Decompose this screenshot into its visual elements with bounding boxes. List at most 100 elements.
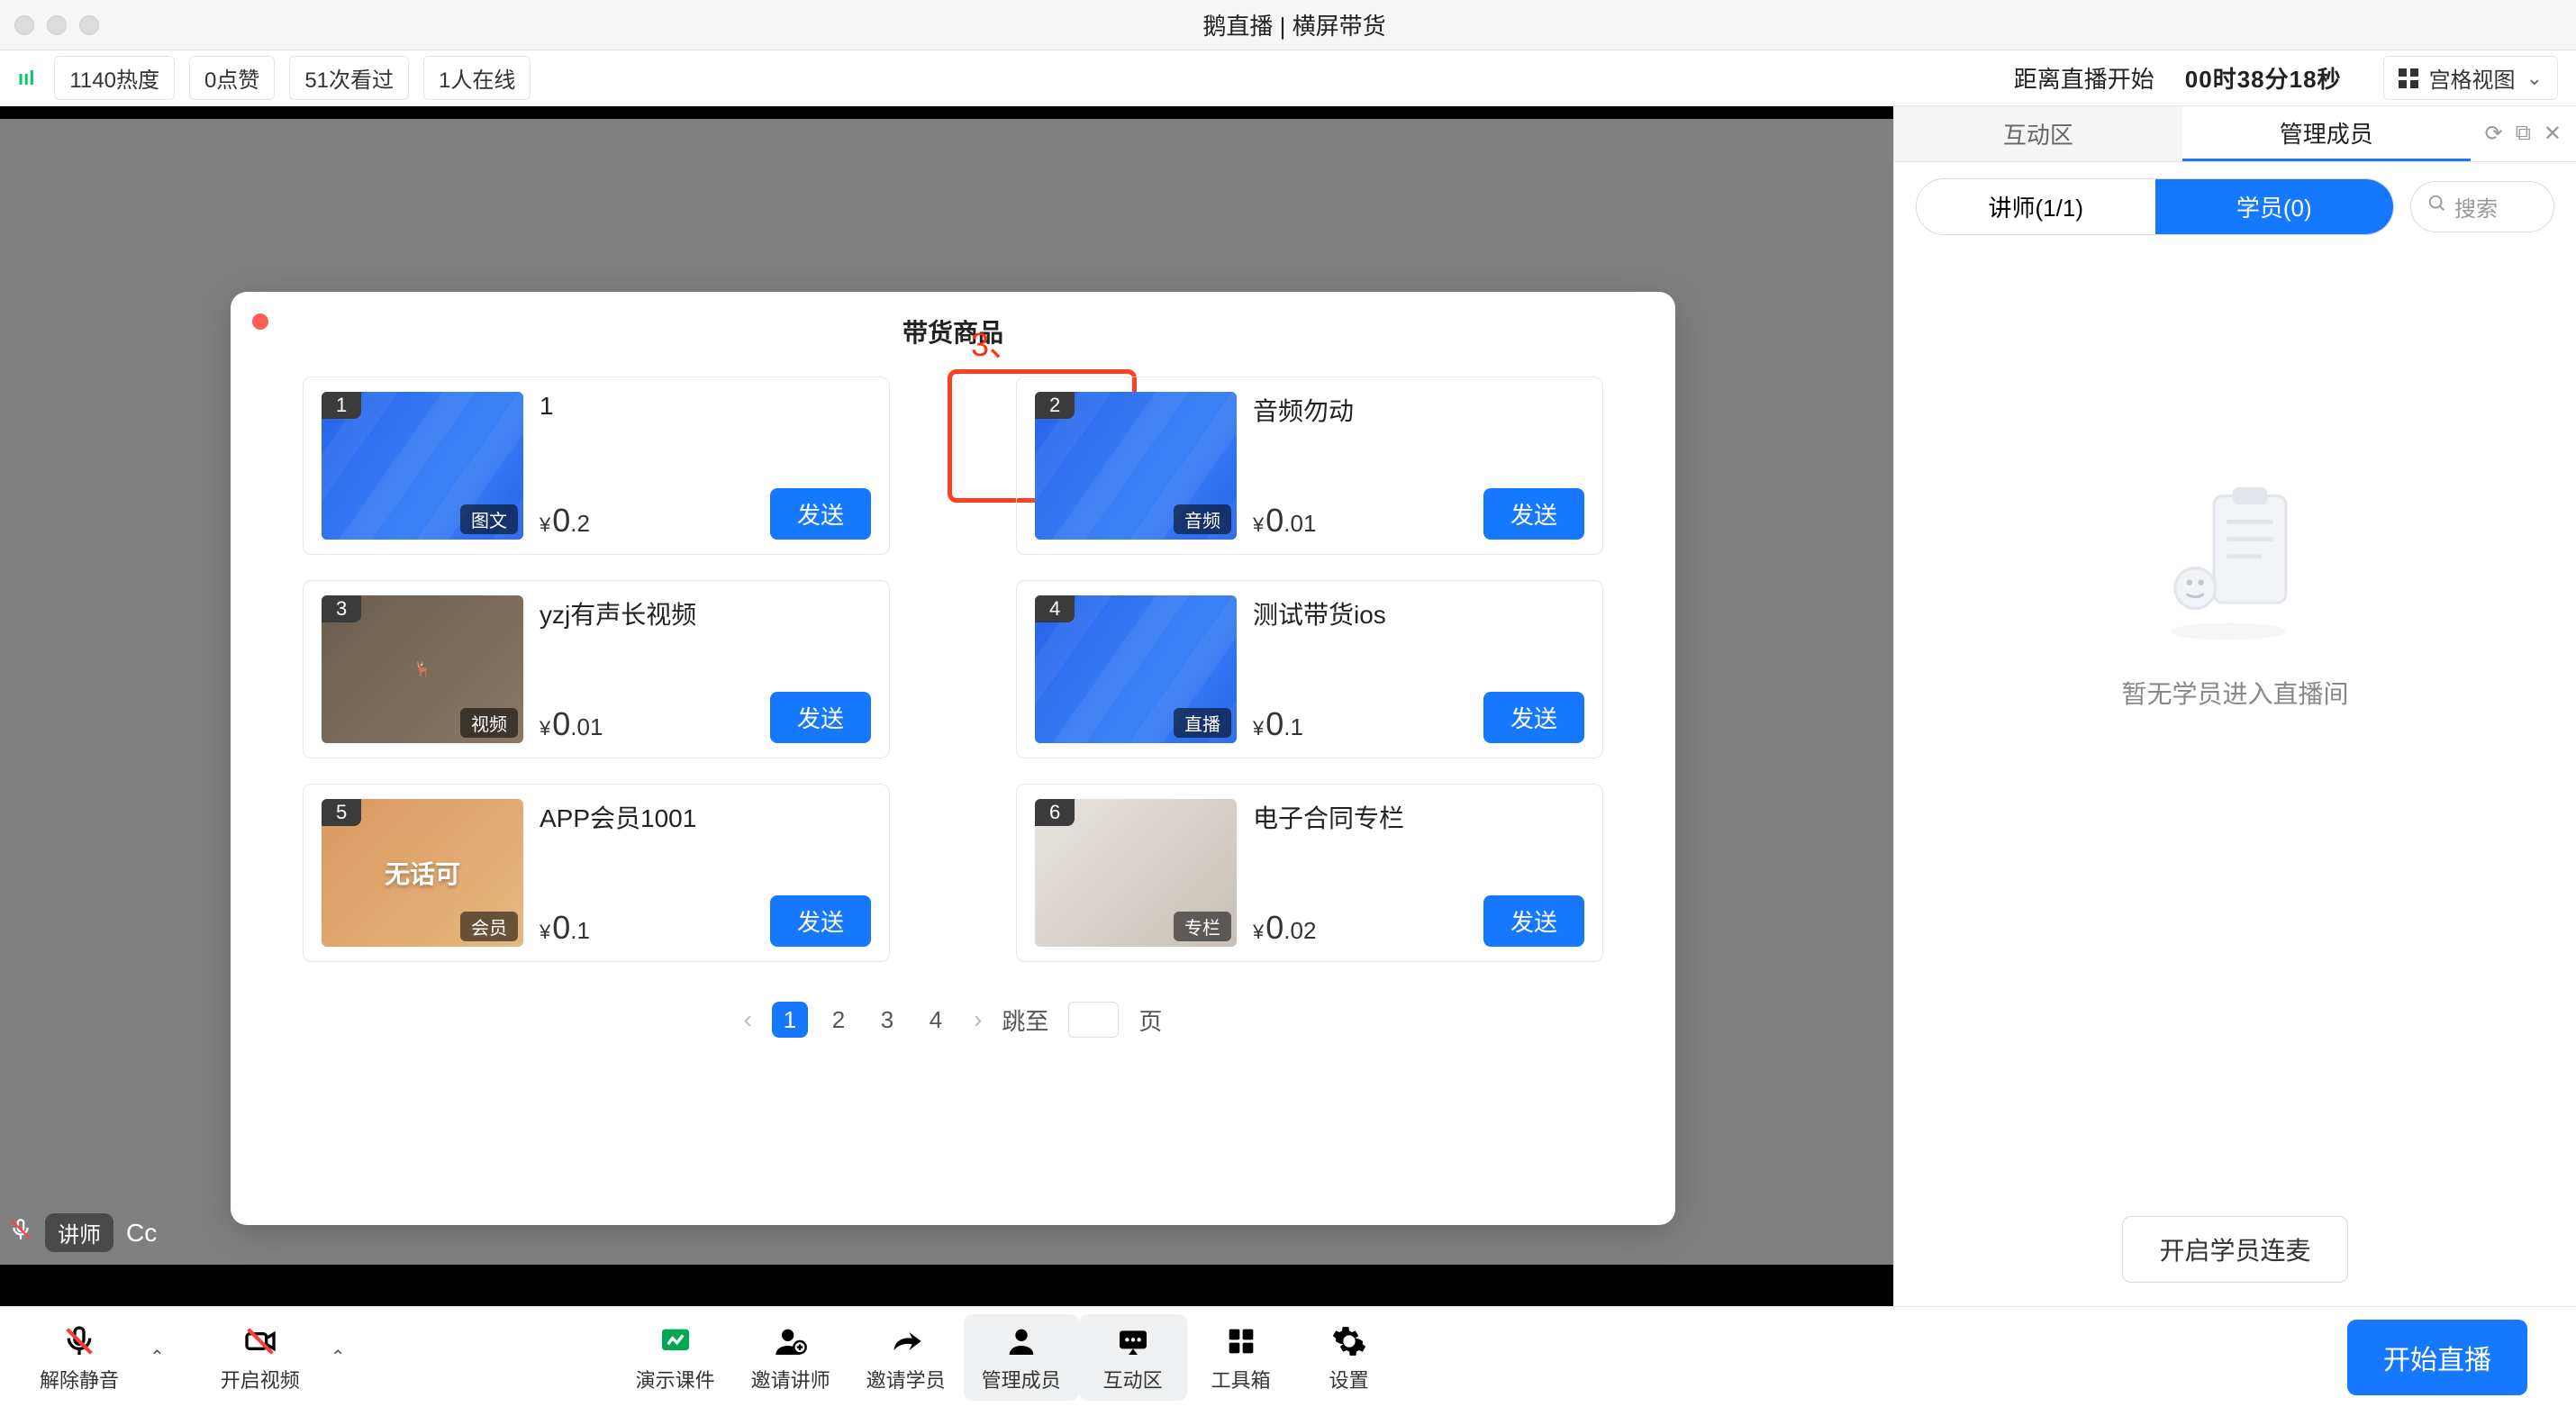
product-price: ¥0.01 bbox=[1253, 502, 1316, 540]
product-thumb: 1 图文 bbox=[322, 392, 523, 540]
view-mode-label: 宫格视图 bbox=[2429, 62, 2516, 94]
product-type-tag: 音频 bbox=[1174, 504, 1231, 534]
product-card: 无话可5会员APP会员1001¥0.1发送 bbox=[303, 784, 890, 962]
product-card: 🦌3视频yzj有声长视频¥0.01发送 bbox=[303, 580, 890, 758]
interact-button[interactable]: 互动区 bbox=[1079, 1314, 1187, 1401]
tab-manage-members[interactable]: 管理成员 bbox=[2182, 106, 2471, 161]
window-titlebar: 鹅直播 | 横屏带货 bbox=[0, 0, 2576, 50]
product-title: 音频勿动 bbox=[1253, 392, 1584, 428]
clipboard-empty-icon bbox=[2163, 486, 2308, 648]
jump-label-pre: 跳至 bbox=[1002, 1003, 1048, 1037]
page-number[interactable]: 4 bbox=[918, 1002, 954, 1038]
share-icon bbox=[888, 1321, 924, 1361]
courseware-button[interactable]: 演示课件 bbox=[618, 1314, 733, 1401]
traffic-lights bbox=[14, 15, 99, 35]
product-title: 测试带货ios bbox=[1253, 595, 1584, 631]
mic-off-icon bbox=[61, 1321, 97, 1361]
product-thumb: 2 音频 bbox=[1035, 392, 1237, 540]
stat-online: 1人在线 bbox=[423, 56, 531, 100]
minimize-dot[interactable] bbox=[47, 15, 67, 35]
annotation-step-3: 3、 bbox=[971, 319, 1021, 366]
member-empty-state: 暂无学员进入直播间 bbox=[1894, 251, 2576, 1193]
pagination: ‹ 1234 › 跳至 页 bbox=[267, 1002, 1639, 1038]
send-product-button[interactable]: 发送 bbox=[1483, 692, 1584, 743]
page-next[interactable]: › bbox=[974, 1005, 982, 1034]
modal-title: 带货商品 bbox=[267, 313, 1639, 349]
start-live-button[interactable]: 开始直播 bbox=[2347, 1320, 2527, 1395]
view-mode-switch[interactable]: 宫格视图 ⌄ bbox=[2383, 56, 2558, 100]
member-segment: 讲师(1/1) 学员(0) bbox=[1916, 178, 2394, 235]
unmute-button[interactable]: 解除静音 bbox=[22, 1314, 137, 1401]
page-number[interactable]: 1 bbox=[772, 1002, 808, 1038]
product-type-tag: 专栏 bbox=[1174, 912, 1231, 941]
grid-icon bbox=[2399, 68, 2418, 88]
video-caret[interactable]: ⌃ bbox=[325, 1340, 351, 1374]
courseware-icon bbox=[658, 1321, 694, 1361]
product-title: APP会员1001 bbox=[540, 799, 871, 835]
maximize-dot[interactable] bbox=[79, 15, 99, 35]
product-index: 5 bbox=[322, 799, 361, 826]
enable-student-mic-button[interactable]: 开启学员连麦 bbox=[2122, 1216, 2347, 1283]
close-dot[interactable] bbox=[14, 15, 34, 35]
invite-teacher-button[interactable]: 邀请讲师 bbox=[733, 1314, 848, 1401]
unmute-caret[interactable]: ⌃ bbox=[144, 1340, 170, 1374]
send-product-button[interactable]: 发送 bbox=[1483, 488, 1584, 540]
product-index: 1 bbox=[322, 392, 361, 419]
chevron-down-icon: ⌄ bbox=[2526, 67, 2543, 90]
signal-icon: ııl bbox=[18, 67, 40, 90]
product-price: ¥0.02 bbox=[1253, 909, 1316, 947]
settings-button[interactable]: 设置 bbox=[1295, 1314, 1403, 1401]
countdown-time: 00时38分18秒 bbox=[2185, 61, 2342, 95]
bottom-toolbar: 解除静音 ⌃ 开启视频 ⌃ 演示课件 邀请讲师 邀请学员 bbox=[0, 1306, 2576, 1407]
send-product-button[interactable]: 发送 bbox=[770, 692, 871, 743]
product-card: 1 图文1 ¥0.2 发送 bbox=[303, 377, 890, 555]
seg-student[interactable]: 学员(0) bbox=[2155, 179, 2394, 234]
member-search[interactable]: 搜索 bbox=[2410, 181, 2554, 232]
product-index: 2 bbox=[1035, 392, 1075, 419]
product-price: ¥0.2 bbox=[540, 502, 590, 540]
search-icon bbox=[2427, 194, 2447, 220]
jump-page-input[interactable] bbox=[1068, 1002, 1119, 1038]
invite-student-button[interactable]: 邀请学员 bbox=[848, 1314, 964, 1401]
product-index: 6 bbox=[1035, 799, 1075, 826]
apps-icon bbox=[1223, 1321, 1259, 1361]
modal-close-dot[interactable] bbox=[252, 313, 268, 330]
empty-text: 暂无学员进入直播间 bbox=[2121, 675, 2348, 711]
stat-watched: 51次看过 bbox=[289, 56, 409, 100]
chat-icon bbox=[1115, 1321, 1151, 1361]
popout-icon[interactable]: ⧉ bbox=[2516, 121, 2531, 147]
seg-teacher[interactable]: 讲师(1/1) bbox=[1917, 179, 2155, 234]
send-product-button[interactable]: 发送 bbox=[770, 895, 871, 947]
cc-badge[interactable]: Cc bbox=[126, 1219, 157, 1248]
refresh-icon[interactable]: ⟳ bbox=[2485, 121, 2503, 147]
product-type-tag: 视频 bbox=[460, 708, 518, 738]
start-video-button[interactable]: 开启视频 bbox=[203, 1314, 318, 1401]
close-panel-icon[interactable]: ✕ bbox=[2544, 121, 2562, 147]
send-product-button[interactable]: 发送 bbox=[770, 488, 871, 540]
product-card: 2 音频 音频勿动 ¥0.01 发送 bbox=[1016, 377, 1603, 555]
products-modal: 带货商品 3、 1图文1¥0.2发送2音频音频勿动¥0.01发送🦌3视频yzj有… bbox=[231, 292, 1675, 1225]
video-stage: 带货商品 3、 1图文1¥0.2发送2音频音频勿动¥0.01发送🦌3视频yzj有… bbox=[0, 119, 1893, 1265]
members-icon bbox=[1003, 1321, 1039, 1361]
product-thumb: 🦌3视频 bbox=[322, 595, 523, 743]
tab-interact[interactable]: 互动区 bbox=[1894, 106, 2182, 161]
product-index: 3 bbox=[322, 595, 361, 622]
product-type-tag: 会员 bbox=[460, 912, 518, 941]
product-title: 电子合同专栏 bbox=[1253, 799, 1584, 835]
page-number[interactable]: 2 bbox=[821, 1002, 857, 1038]
product-index: 4 bbox=[1035, 595, 1075, 622]
product-type-tag: 直播 bbox=[1174, 708, 1231, 738]
product-thumb: 4 直播 bbox=[1035, 595, 1237, 743]
jump-label-post: 页 bbox=[1138, 1003, 1162, 1037]
stats-bar: ııl 1140热度 0点赞 51次看过 1人在线 距离直播开始 00时38分1… bbox=[0, 50, 2576, 106]
send-product-button[interactable]: 发送 bbox=[1483, 895, 1584, 947]
page-prev[interactable]: ‹ bbox=[744, 1005, 752, 1034]
page-number[interactable]: 3 bbox=[869, 1002, 905, 1038]
right-panel: 互动区 管理成员 ⟳ ⧉ ✕ 讲师(1/1) 学员(0) 搜索 bbox=[1893, 106, 2576, 1306]
product-price: ¥0.01 bbox=[540, 705, 603, 743]
product-type-tag: 图文 bbox=[460, 504, 518, 534]
search-placeholder: 搜索 bbox=[2454, 191, 2498, 222]
toolbox-button[interactable]: 工具箱 bbox=[1187, 1314, 1295, 1401]
manage-members-button[interactable]: 管理成员 bbox=[964, 1314, 1079, 1401]
invite-teacher-icon bbox=[773, 1321, 809, 1361]
